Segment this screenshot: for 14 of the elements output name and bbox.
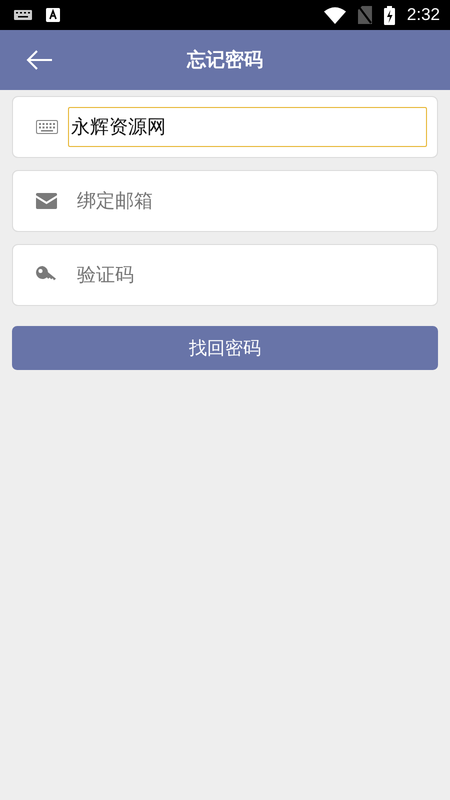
keyboard-icon xyxy=(14,10,32,20)
back-button[interactable] xyxy=(26,48,54,72)
page-title: 忘记密码 xyxy=(187,49,263,71)
input-field[interactable]: 验证码 xyxy=(12,244,438,306)
input-field[interactable]: 永辉资源网 xyxy=(68,107,427,147)
battery-charging-icon xyxy=(384,6,395,24)
back-arrow-icon xyxy=(26,50,53,70)
keyboard-icon xyxy=(36,120,58,134)
status-time: 2:32 xyxy=(406,5,440,25)
app-notification-icon xyxy=(46,8,60,22)
submit-button[interactable]: 找回密码 xyxy=(12,326,438,370)
no-sim-icon xyxy=(358,6,372,24)
wifi-icon xyxy=(324,6,346,24)
input-field[interactable]: 绑定邮箱 xyxy=(12,170,438,232)
